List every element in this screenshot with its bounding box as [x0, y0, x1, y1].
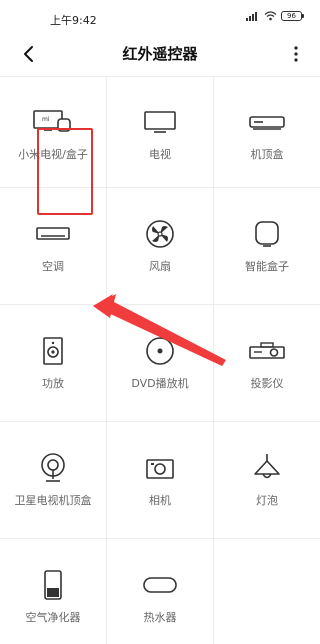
battery-icon: 96 — [281, 11, 304, 21]
device-label: 热水器 — [143, 611, 177, 624]
camera-icon — [146, 459, 174, 479]
device-label: DVD播放机 — [131, 377, 189, 390]
wifi-icon — [264, 11, 277, 21]
more-vertical-icon — [294, 46, 298, 62]
satellite-box-icon — [41, 453, 65, 482]
water-heater-icon — [143, 577, 177, 593]
device-label: 智能盒子 — [245, 260, 289, 273]
smart-box-icon — [255, 221, 279, 247]
more-options-button[interactable] — [286, 40, 306, 68]
fan-icon — [146, 220, 174, 248]
device-water-heater[interactable]: 热水器 — [107, 539, 213, 644]
device-satellite-box[interactable]: 卫星电视机顶盒 — [0, 422, 106, 539]
light-bulb-icon — [254, 454, 280, 479]
device-label: 空气净化器 — [25, 611, 81, 624]
device-amplifier[interactable]: 功放 — [0, 305, 106, 422]
svg-text:mi: mi — [42, 116, 50, 123]
device-label: 机顶盒 — [250, 148, 284, 161]
device-camera[interactable]: 相机 — [107, 422, 213, 539]
air-purifier-icon — [44, 570, 62, 600]
device-dvd-player[interactable]: DVD播放机 — [107, 305, 213, 422]
device-tv[interactable]: 电视 — [107, 76, 213, 187]
device-fan[interactable]: 风扇 — [107, 188, 213, 305]
device-smart-box[interactable]: 智能盒子 — [214, 188, 320, 305]
device-label: 空调 — [42, 260, 64, 273]
amplifier-icon — [43, 337, 63, 365]
signal-icon — [246, 12, 257, 21]
device-label: 卫星电视机顶盒 — [14, 494, 92, 507]
device-projector[interactable]: 投影仪 — [214, 305, 320, 422]
status-time: 上午9:42 — [50, 14, 97, 27]
tv-icon — [144, 111, 176, 133]
device-settop-box[interactable]: 机顶盒 — [214, 76, 320, 187]
device-label: 灯泡 — [256, 494, 278, 507]
device-air-purifier[interactable]: 空气净化器 — [0, 539, 106, 644]
device-label: 电视 — [149, 148, 171, 161]
device-label: 风扇 — [149, 260, 171, 273]
dvd-player-icon — [146, 337, 174, 365]
device-label: 相机 — [149, 494, 171, 507]
page-title: 红外遥控器 — [122, 45, 198, 63]
highlight-box — [37, 128, 93, 215]
settop-box-icon — [249, 116, 285, 130]
status-icons: 96 — [246, 11, 304, 21]
air-conditioner-icon — [36, 227, 70, 240]
device-label: 功放 — [42, 377, 64, 390]
projector-icon — [249, 342, 285, 359]
device-light-bulb[interactable]: 灯泡 — [214, 422, 320, 539]
device-label: 投影仪 — [250, 377, 284, 390]
header: 红外遥控器 — [0, 32, 320, 76]
status-bar: 上午9:42 96 — [0, 0, 320, 32]
